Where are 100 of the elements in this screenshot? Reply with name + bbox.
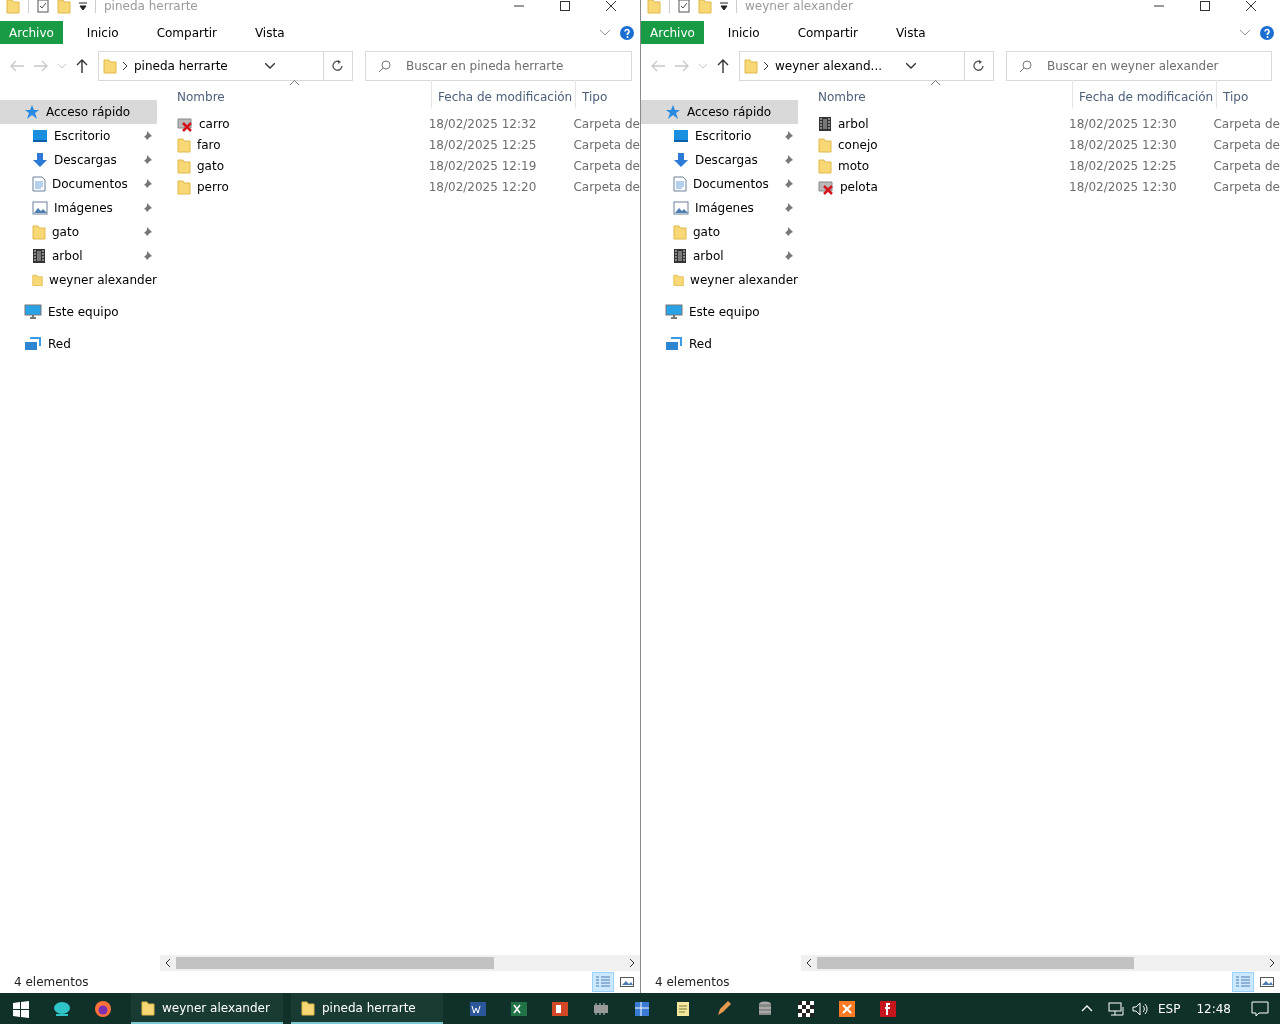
caret-icon [699,63,707,69]
column-header[interactable]: Tipo [1217,80,1280,108]
file-name[interactable]: pelota [840,179,878,194]
nav-item[interactable]: weyner alexander [0,268,157,292]
nav-item[interactable]: Imágenes [0,196,157,220]
date-cell-text: 18/02/2025 12:25 [427,137,538,152]
computer-icon [24,304,42,320]
column-header[interactable]: Nombre [157,80,432,108]
excel-app-icon [509,999,528,1018]
folder-icon [673,272,685,288]
download-icon [32,152,48,168]
date-cell-text: 18/02/2025 12:30 [1068,116,1178,131]
nav-item[interactable]: Escritorio [0,124,157,148]
date-cell-text: 18/02/2025 12:19 [427,158,538,173]
folder-icon [647,0,661,14]
search-icon [1020,60,1032,72]
folder-icon [177,157,191,174]
nav-item[interactable]: Este equipo [0,300,157,324]
ribbon-tab[interactable]: Inicio [713,21,774,44]
chevron-down-icon [1240,29,1250,36]
file-name[interactable]: faro [197,137,221,152]
back-arrow-icon [651,60,665,72]
nav-item[interactable]: gato [0,220,157,244]
folder-icon [301,999,315,1016]
nav-item[interactable]: Escritorio [641,124,798,148]
nav-item[interactable]: Descargas [641,148,798,172]
nav-item[interactable]: Este equipo [641,300,798,324]
grid-app-icon [632,999,651,1018]
maximize-icon [1200,1,1210,11]
nav-item[interactable]: Acceso rápido [641,100,798,124]
column-header[interactable]: Fecha de modificación [1073,80,1217,108]
search-field[interactable]: Buscar en weyner alexander [1006,51,1272,81]
folder-icon [32,272,44,288]
column-header[interactable]: Nombre [798,80,1073,108]
sort-up-icon [931,80,940,85]
file-menu-tab[interactable]: Archivo [0,21,63,44]
file-name[interactable]: conejo [838,137,878,152]
new-folder-icon [698,0,712,14]
date-cell-text: 18/02/2025 12:20 [427,179,538,194]
close-icon [606,1,616,11]
server-app-icon [837,999,856,1018]
details-view-icon [1236,976,1250,988]
forward-arrow-icon [675,60,689,72]
file-name[interactable]: carro [199,116,230,131]
date-cell-text: 18/02/2025 12:25 [1068,158,1178,173]
address-bar[interactable]: pineda herrarte [98,51,324,81]
back-arrow-icon [10,60,24,72]
nav-item[interactable]: arbol [0,244,157,268]
ribbon-tab[interactable]: Compartir [783,21,872,44]
horizontal-scrollbar[interactable] [160,955,640,971]
column-header[interactable]: Tipo [576,80,640,108]
network-icon [665,336,683,352]
type-cell-text: Carpeta de [572,137,640,152]
up-arrow-icon [717,59,729,73]
file-menu-tab[interactable]: Archivo [641,21,704,44]
clock[interactable]: 12:48 [1188,993,1239,1024]
language-indicator[interactable]: ESP [1149,993,1189,1024]
file-name[interactable]: gato [197,158,225,173]
refresh-button[interactable] [324,51,353,81]
file-name[interactable]: perro [197,179,229,194]
column-header[interactable]: Fecha de modificación [432,80,576,108]
caret-icon [58,63,66,69]
nav-item[interactable]: Red [641,332,798,356]
horizontal-scrollbar[interactable] [801,955,1280,971]
chevron-right-icon [629,959,635,967]
word-app-icon [468,999,487,1018]
file-name[interactable]: arbol [838,116,869,131]
checker-app-icon [796,999,815,1018]
nav-item[interactable]: Documentos [641,172,798,196]
ribbon-tab[interactable]: Vista [881,21,940,44]
nav-item[interactable]: Descargas [0,148,157,172]
folder-icon [673,224,687,240]
nav-item[interactable]: gato [641,220,798,244]
nav-item[interactable]: Documentos [0,172,157,196]
chevron-right-icon [123,62,128,70]
presentation-app-icon [550,999,569,1018]
folder-icon [744,58,758,74]
flash-app-icon [878,999,897,1018]
nav-item[interactable]: weyner alexander [641,268,798,292]
chevron-down-icon [600,29,610,36]
nav-item[interactable]: Imágenes [641,196,798,220]
ribbon-tab[interactable]: Inicio [72,21,133,44]
chevron-down-icon [906,63,916,69]
type-cell-text: Carpeta de [1212,116,1280,131]
file-name[interactable]: moto [838,158,870,173]
nav-item[interactable]: Red [0,332,157,356]
ribbon-tab[interactable]: Vista [240,21,299,44]
ribbon-tab[interactable]: Compartir [142,21,231,44]
taskbar-window-button[interactable]: pineda herrarte [291,993,443,1024]
refresh-button[interactable] [965,51,994,81]
address-bar[interactable]: weyner alexand... [739,51,965,81]
folder-icon [818,136,832,153]
nav-item[interactable]: arbol [641,244,798,268]
forward-arrow-icon [34,60,48,72]
film-strip-icon [818,115,832,132]
nav-item[interactable]: Acceso rápido [0,100,157,124]
taskbar-window-button[interactable]: weyner alexander [131,993,283,1024]
close-icon [1246,1,1256,11]
speech-bubble-icon [1250,1000,1269,1017]
search-field[interactable]: Buscar en pineda herrarte [365,51,632,81]
